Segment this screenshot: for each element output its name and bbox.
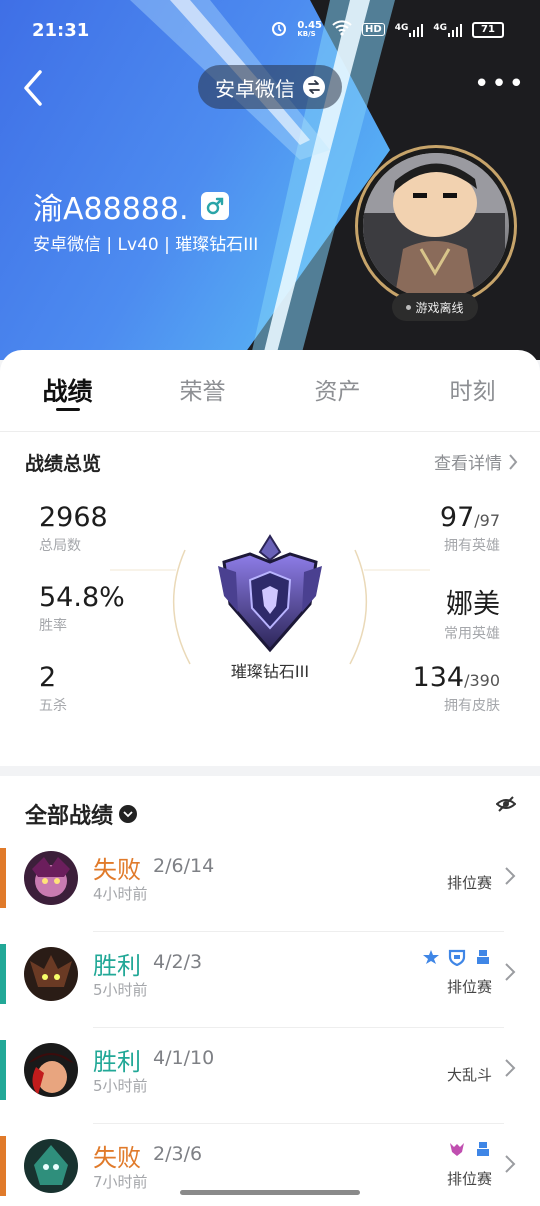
more-options-button[interactable]: ••• (474, 71, 524, 102)
account-switch-label: 安卓微信 (215, 76, 295, 101)
account-switch-button[interactable]: 安卓微信 (198, 65, 342, 109)
rank-name: 璀璨钻石III (230, 662, 310, 681)
tab-assets[interactable]: 资产 (270, 350, 405, 431)
match-result: 胜利 (93, 952, 141, 980)
match-row[interactable]: 失败 2/3/6 7小时前 排位赛 (0, 1136, 540, 1206)
wifi-icon (332, 20, 352, 39)
match-mode: 排位赛 (446, 874, 492, 892)
match-kda: 4/2/3 (153, 951, 203, 973)
match-time: 5小时前 (93, 1077, 148, 1095)
result-bar (0, 1136, 6, 1196)
match-time: 5小时前 (93, 981, 148, 999)
player-subtitle: 安卓微信 | Lv40 | 璀璨钻石III (33, 235, 259, 255)
match-kda: 2/6/14 (153, 855, 215, 877)
tower-icon (477, 1142, 489, 1156)
row-divider (93, 1027, 504, 1028)
diamond-rank-emblem-icon (218, 534, 322, 653)
eye-hidden-icon[interactable] (496, 794, 516, 814)
battery-icon: 71 (472, 21, 504, 38)
tab-honors[interactable]: 荣誉 (135, 350, 270, 431)
player-name: 渝A88888. (33, 192, 189, 227)
chevron-left-icon (24, 70, 42, 106)
match-mode: 排位赛 (446, 1170, 492, 1188)
match-row[interactable]: 胜利 4/2/3 5小时前 排位赛 (0, 944, 540, 1040)
status-badge: 游戏离线 (392, 293, 478, 321)
avatar (363, 153, 509, 299)
match-result: 失败 (93, 1144, 141, 1172)
match-mode: 大乱斗 (446, 1066, 492, 1084)
male-gender-icon (200, 192, 229, 220)
tower-icon (477, 950, 489, 964)
shield-icon (448, 949, 466, 966)
demon-icon (450, 1143, 464, 1156)
champion-portrait (24, 851, 78, 905)
chevron-right-icon (505, 1155, 516, 1173)
chevron-down-icon (119, 805, 138, 823)
result-bar (0, 848, 6, 908)
result-bar (0, 944, 6, 1004)
match-kda: 4/1/10 (153, 1047, 215, 1069)
hd-icon: HD (362, 23, 385, 36)
match-list: 全部战绩 失败 2/6/14 4小时前 排位赛 胜利 4/2/3 5小时前 排位… (0, 776, 540, 1206)
mvp-icon (423, 950, 439, 964)
status-badge-label: 游戏离线 (415, 300, 464, 315)
match-badges (448, 1140, 492, 1158)
signal-4g-2: 4G (433, 23, 462, 37)
match-row[interactable]: 失败 2/6/14 4小时前 排位赛 (0, 848, 540, 944)
alarm-icon (271, 20, 287, 39)
match-time: 4小时前 (93, 885, 148, 903)
back-button[interactable] (18, 66, 54, 110)
chevron-right-icon (505, 867, 516, 885)
status-bar: 21:31 0.45 KB/S HD 4G 4G 71 (0, 0, 540, 60)
match-mode: 排位赛 (446, 978, 492, 996)
champion-portrait (24, 947, 78, 1001)
signal-4g-1: 4G (395, 23, 424, 37)
chevron-right-icon (505, 963, 516, 981)
home-indicator[interactable] (180, 1190, 360, 1195)
match-time: 7小时前 (93, 1173, 148, 1191)
tab-records[interactable]: 战绩 (0, 350, 135, 431)
player-name-row: 渝A88888. (33, 184, 229, 228)
match-kda: 2/3/6 (153, 1143, 203, 1165)
avatar-frame[interactable] (355, 145, 517, 307)
tab-bar: 战绩 荣誉 资产 时刻 (0, 350, 540, 432)
clock: 21:31 (32, 20, 90, 41)
net-speed: 0.45 KB/S (297, 19, 323, 38)
match-badges (422, 948, 492, 966)
offline-dot-icon (406, 304, 412, 310)
champion-portrait (24, 1043, 78, 1097)
match-filter-label: 全部战绩 (25, 804, 114, 829)
champion-portrait (24, 1139, 78, 1193)
match-filter-dropdown[interactable]: 全部战绩 (25, 798, 138, 830)
overview-card: 战绩总览 查看详情 2968 总局数 54.8% 胜率 2 五杀 97/97 拥… (0, 432, 540, 766)
row-divider (93, 1123, 504, 1124)
match-result: 失败 (93, 856, 141, 884)
row-divider (93, 931, 504, 932)
swap-icon (303, 76, 325, 98)
tab-moments[interactable]: 时刻 (405, 350, 540, 431)
match-result: 胜利 (93, 1048, 141, 1076)
chevron-right-icon (505, 1059, 516, 1077)
profile-header: 21:31 0.45 KB/S HD 4G 4G 71 安卓微信 ••• 渝A8… (0, 0, 540, 360)
result-bar (0, 1040, 6, 1100)
match-row[interactable]: 胜利 4/1/10 5小时前 大乱斗 (0, 1040, 540, 1136)
